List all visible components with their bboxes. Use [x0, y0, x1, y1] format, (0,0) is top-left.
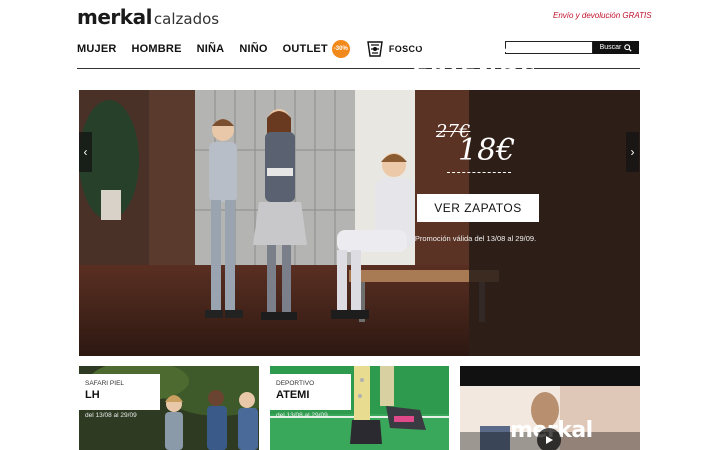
nav-item-hombre[interactable]: HOMBRE: [132, 43, 182, 55]
card-name: LH: [85, 389, 100, 401]
play-icon: [546, 436, 553, 444]
search-button[interactable]: Buscar: [593, 41, 639, 54]
hero-title-line2: FRIENDS: [412, 62, 539, 88]
hero-promo-panel: [469, 90, 640, 356]
card-label-box: DEPORTIVO ATEMI: [270, 374, 351, 410]
card-kicker: DEPORTIVO: [276, 380, 315, 387]
view-shoes-button[interactable]: VER ZAPATOS: [417, 194, 539, 222]
nav-item-mujer[interactable]: MUJER: [77, 43, 117, 55]
logo-main-text: merkal: [77, 5, 152, 29]
outlet-label: OUTLET: [282, 43, 328, 55]
play-button[interactable]: [537, 428, 561, 450]
carousel-next-button[interactable]: ›: [626, 132, 639, 172]
hero-title-line1: ~COOL~: [414, 32, 537, 58]
merkal-logo[interactable]: merkal calzados: [77, 5, 219, 29]
card-name: ATEMI: [276, 389, 310, 401]
card-dates: del 13/08 al 29/09: [85, 412, 137, 419]
nav-item-nino[interactable]: NIÑO: [239, 43, 267, 55]
carousel-prev-button[interactable]: ‹: [79, 132, 92, 172]
outlet-discount-badge: -30%: [331, 40, 350, 58]
search-icon: [624, 43, 633, 52]
price-underline: [447, 172, 511, 173]
site-header: merkal calzados Envío y devolución GRATI…: [0, 0, 712, 70]
card-dates: del 13/08 al 29/09: [276, 412, 328, 419]
new-price: 18€: [458, 133, 516, 168]
nav-item-nina[interactable]: NIÑA: [197, 43, 225, 55]
video-card[interactable]: merkal: [460, 366, 640, 450]
product-card-atemi[interactable]: DEPORTIVO ATEMI del 13/08 al 29/09: [270, 366, 449, 450]
hero-title: ~COOL~ FRIENDS: [390, 30, 561, 90]
fosco-emblem-icon: [367, 41, 383, 57]
search-button-label: Buscar: [599, 44, 622, 51]
nav-item-outlet[interactable]: OUTLET -30%: [283, 40, 350, 58]
hero-banner[interactable]: [79, 90, 640, 356]
promo-validity-text: Promoción válida del 13/08 al 29/09.: [414, 234, 537, 243]
product-card-lh[interactable]: SAFARI PIEL LH del 13/08 al 29/09: [79, 366, 259, 450]
free-shipping-link[interactable]: Envío y devolución GRATIS: [553, 11, 652, 20]
logo-sub-text: calzados: [153, 10, 220, 28]
main-nav: MUJER HOMBRE NIÑA NIÑO OUTLET -30% FOSCO: [77, 40, 423, 58]
card-label-box: SAFARI PIEL LH: [79, 374, 160, 410]
card-kicker: SAFARI PIEL: [85, 380, 125, 387]
